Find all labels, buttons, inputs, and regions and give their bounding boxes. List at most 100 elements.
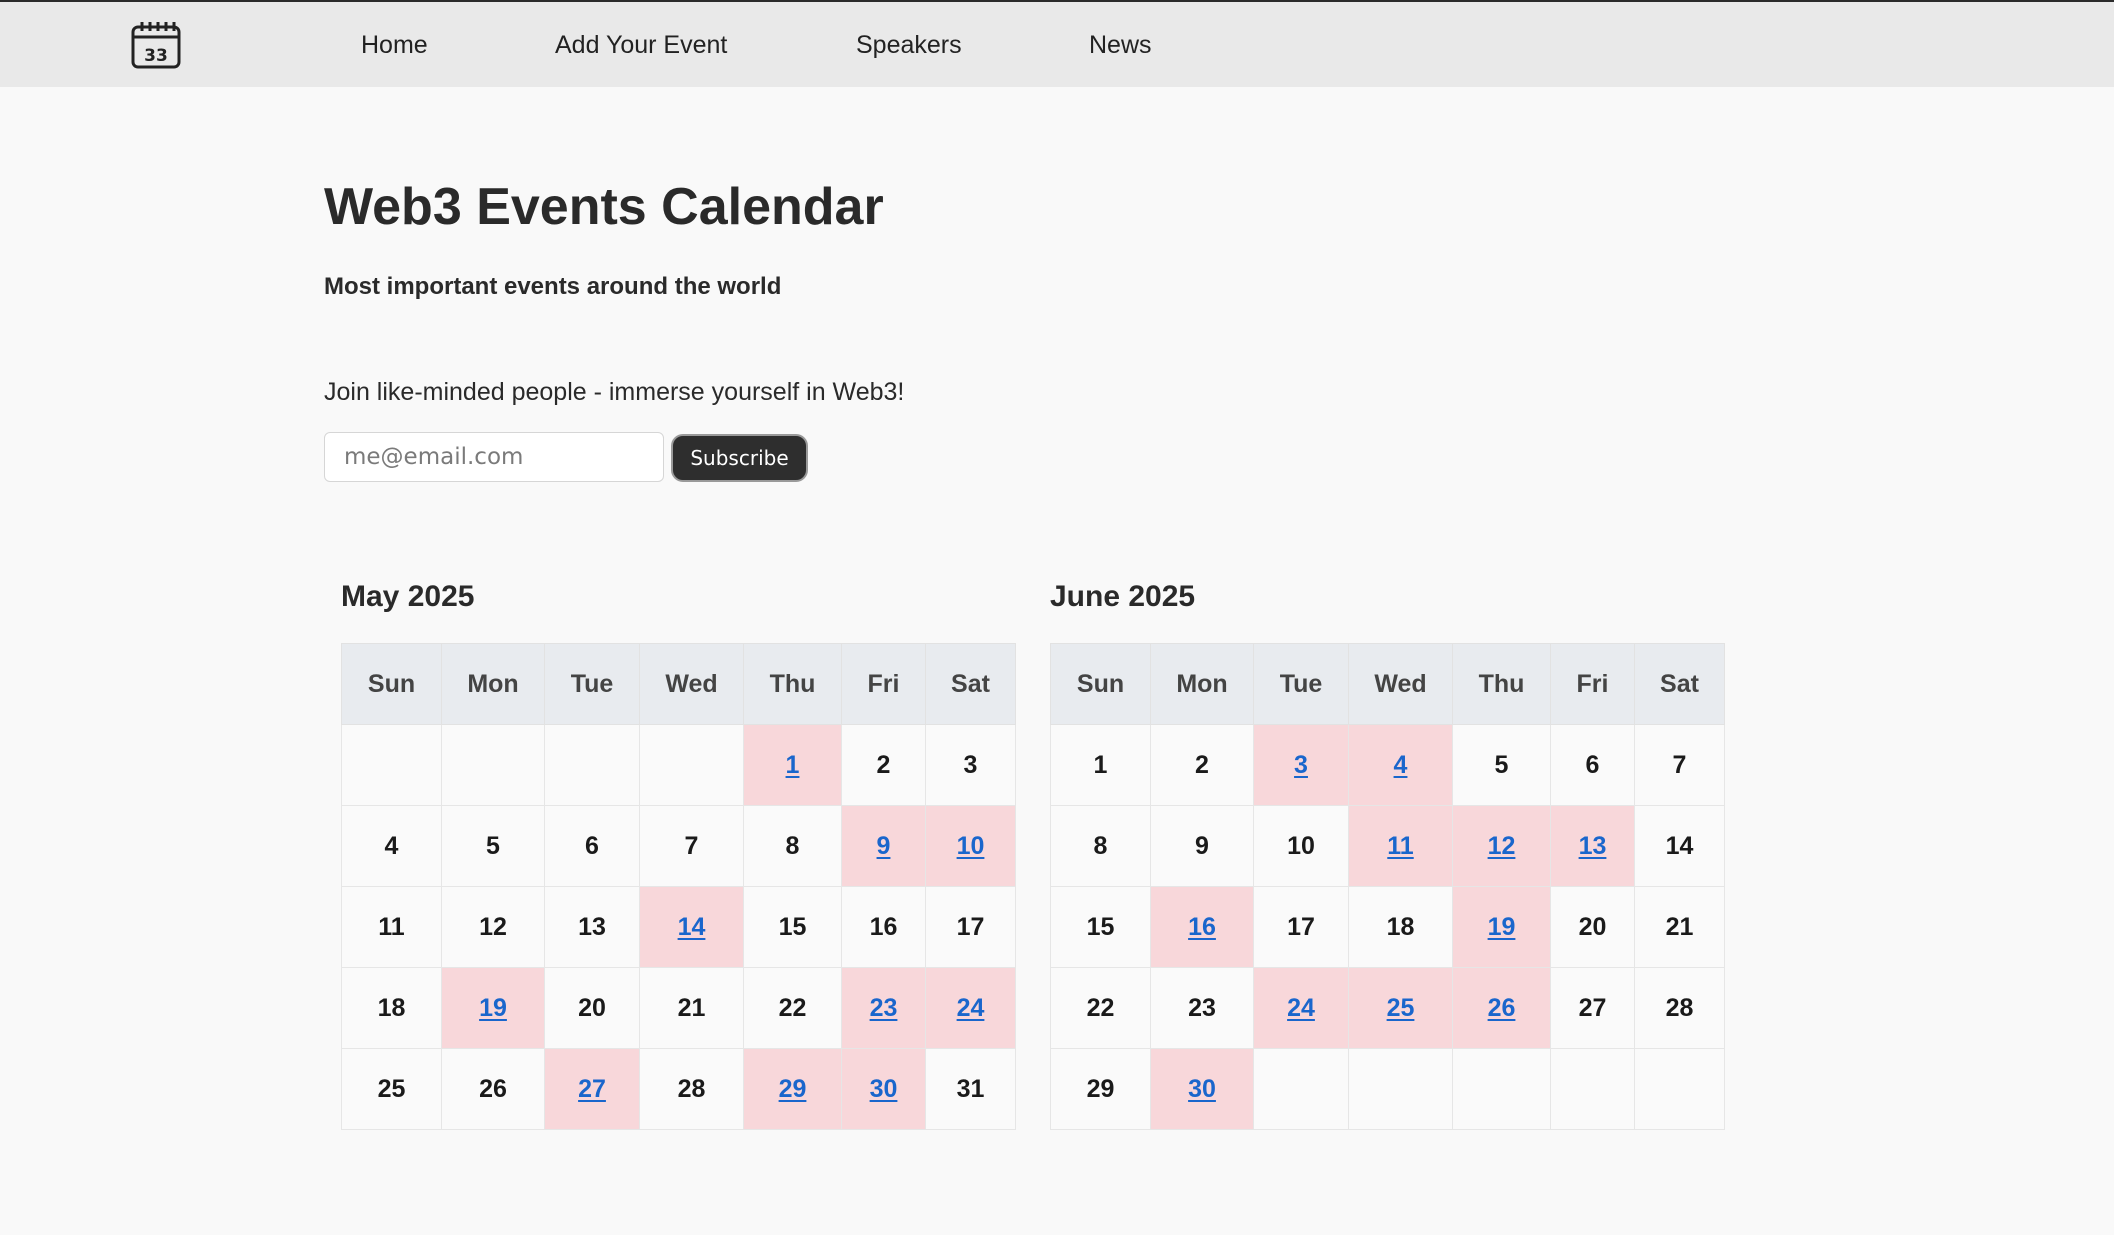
weekday-header-row: Sun Mon Tue Wed Thu Fri Sat xyxy=(341,643,1016,725)
event-day-link[interactable]: 16 xyxy=(1188,913,1216,941)
event-day-link[interactable]: 30 xyxy=(870,1075,898,1103)
weekday-header-sun: Sun xyxy=(341,643,442,725)
nav-home-link[interactable]: Home xyxy=(361,30,428,60)
calendar-day-event: 25 xyxy=(1348,967,1453,1049)
calendar-day-event: 9 xyxy=(841,805,926,887)
event-day-link[interactable]: 29 xyxy=(779,1075,807,1103)
calendar-day: 8 xyxy=(743,805,842,887)
event-day-link[interactable]: 12 xyxy=(1488,832,1516,860)
calendar-week-row: 12 3 4 567 xyxy=(1050,724,1725,806)
event-day-link[interactable]: 10 xyxy=(957,832,985,860)
calendar-day: 23 xyxy=(1150,967,1254,1049)
calendar-day-event: 12 xyxy=(1452,805,1551,887)
calendar-day-empty xyxy=(441,724,545,806)
calendar-day: 9 xyxy=(1150,805,1254,887)
calendar-week-row: 22 23 24 25 26 27 28 xyxy=(1050,967,1725,1049)
calendar-day: 25 xyxy=(341,1048,442,1130)
nav-news-link[interactable]: News xyxy=(1089,30,1152,60)
weekday-header-sat: Sat xyxy=(1634,643,1725,725)
nav-speakers-link[interactable]: Speakers xyxy=(856,30,962,60)
calendar-day-event: 24 xyxy=(1253,967,1349,1049)
weekday-header-thu: Thu xyxy=(743,643,842,725)
calendar-day-event: 19 xyxy=(441,967,545,1049)
calendar-day-event: 1 xyxy=(743,724,842,806)
calendar-day: 20 xyxy=(1550,886,1635,968)
calendar-day: 22 xyxy=(743,967,842,1049)
page-title: Web3 Events Calendar xyxy=(324,178,884,236)
weekday-header-thu: Thu xyxy=(1452,643,1551,725)
calendar-week-row: 25 26 27 28 29 30 31 xyxy=(341,1048,1016,1130)
event-day-link[interactable]: 19 xyxy=(1488,913,1516,941)
calendar-day-event: 27 xyxy=(544,1048,640,1130)
subscribe-button[interactable]: Subscribe xyxy=(671,434,808,482)
event-day-link[interactable]: 25 xyxy=(1387,994,1415,1022)
subscribe-text: Join like-minded people - immerse yourse… xyxy=(324,378,905,406)
calendar-title-june: June 2025 xyxy=(1050,580,1196,613)
calendar-day: 5 xyxy=(1452,724,1551,806)
calendar-day-event: 26 xyxy=(1452,967,1551,1049)
weekday-header-wed: Wed xyxy=(1348,643,1453,725)
event-day-link[interactable]: 4 xyxy=(1394,751,1408,779)
event-day-link[interactable]: 19 xyxy=(479,994,507,1022)
calendar-day-event: 4 xyxy=(1348,724,1453,806)
calendar-day-event: 24 xyxy=(925,967,1016,1049)
calendar-day-empty xyxy=(1452,1048,1551,1130)
weekday-header-mon: Mon xyxy=(441,643,545,725)
calendar-day-event: 23 xyxy=(841,967,926,1049)
calendar-week-row: 4 5 6 7 8 9 10 xyxy=(341,805,1016,887)
calendar-day: 14 xyxy=(1634,805,1725,887)
calendar-day: 28 xyxy=(639,1048,744,1130)
event-day-link[interactable]: 3 xyxy=(1294,751,1308,779)
calendar-day-empty xyxy=(1634,1048,1725,1130)
calendar-day: 15 xyxy=(743,886,842,968)
calendar-day: 5 xyxy=(441,805,545,887)
calendar-week-row: 1 23 xyxy=(341,724,1016,806)
calendar-day: 11 xyxy=(341,886,442,968)
weekday-header-sat: Sat xyxy=(925,643,1016,725)
calendar-day: 18 xyxy=(341,967,442,1049)
event-day-link[interactable]: 14 xyxy=(678,913,706,941)
calendar-day: 22 xyxy=(1050,967,1151,1049)
event-day-link[interactable]: 11 xyxy=(1387,832,1413,860)
calendar-day: 18 xyxy=(1348,886,1453,968)
calendar-day-empty xyxy=(639,724,744,806)
calendar-day: 3 xyxy=(925,724,1016,806)
weekday-header-wed: Wed xyxy=(639,643,744,725)
calendar-day-event: 10 xyxy=(925,805,1016,887)
calendar-day: 2 xyxy=(841,724,926,806)
svg-text:33: 33 xyxy=(144,46,168,66)
nav-add-event-link[interactable]: Add Your Event xyxy=(555,30,727,60)
calendar-day: 4 xyxy=(341,805,442,887)
calendar-day-event: 13 xyxy=(1550,805,1635,887)
calendar-day-event: 3 xyxy=(1253,724,1349,806)
calendar-may: Sun Mon Tue Wed Thu Fri Sat 1 2 3 4 5 6 7 8 9 10 11 12 13 14… xyxy=(341,643,1016,1130)
calendar-day-empty xyxy=(1550,1048,1635,1130)
calendar-day-empty xyxy=(1253,1048,1349,1130)
calendar-day: 28 xyxy=(1634,967,1725,1049)
calendar-week-row: 8 9 10 11 12 13 14 xyxy=(1050,805,1725,887)
event-day-link[interactable]: 13 xyxy=(1579,832,1607,860)
event-day-link[interactable]: 23 xyxy=(870,994,898,1022)
weekday-header-mon: Mon xyxy=(1150,643,1254,725)
email-input[interactable] xyxy=(324,432,664,482)
calendar-day-event: 11 xyxy=(1348,805,1453,887)
calendar-day: 10 xyxy=(1253,805,1349,887)
calendar-day: 13 xyxy=(544,886,640,968)
event-day-link[interactable]: 9 xyxy=(877,832,891,860)
calendar-day-empty xyxy=(544,724,640,806)
calendar-day: 8 xyxy=(1050,805,1151,887)
event-day-link[interactable]: 27 xyxy=(578,1075,606,1103)
event-day-link[interactable]: 24 xyxy=(957,994,985,1022)
event-day-link[interactable]: 30 xyxy=(1188,1075,1216,1103)
calendar-logo-icon[interactable]: 33 xyxy=(130,20,182,70)
event-day-link[interactable]: 26 xyxy=(1488,994,1516,1022)
calendar-week-row: 18 19 20 21 22 23 24 xyxy=(341,967,1016,1049)
calendar-june: Sun Mon Tue Wed Thu Fri Sat 1 2 3 4 5 6 7 8 9 10 11 12 13 14… xyxy=(1050,643,1725,1130)
event-day-link[interactable]: 24 xyxy=(1287,994,1315,1022)
calendar-day: 29 xyxy=(1050,1048,1151,1130)
calendar-day: 2 xyxy=(1150,724,1254,806)
event-day-link[interactable]: 1 xyxy=(786,751,800,779)
calendar-day-event: 30 xyxy=(1150,1048,1254,1130)
calendar-week-row: 11 12 13 14 15 16 17 xyxy=(341,886,1016,968)
calendar-day: 15 xyxy=(1050,886,1151,968)
